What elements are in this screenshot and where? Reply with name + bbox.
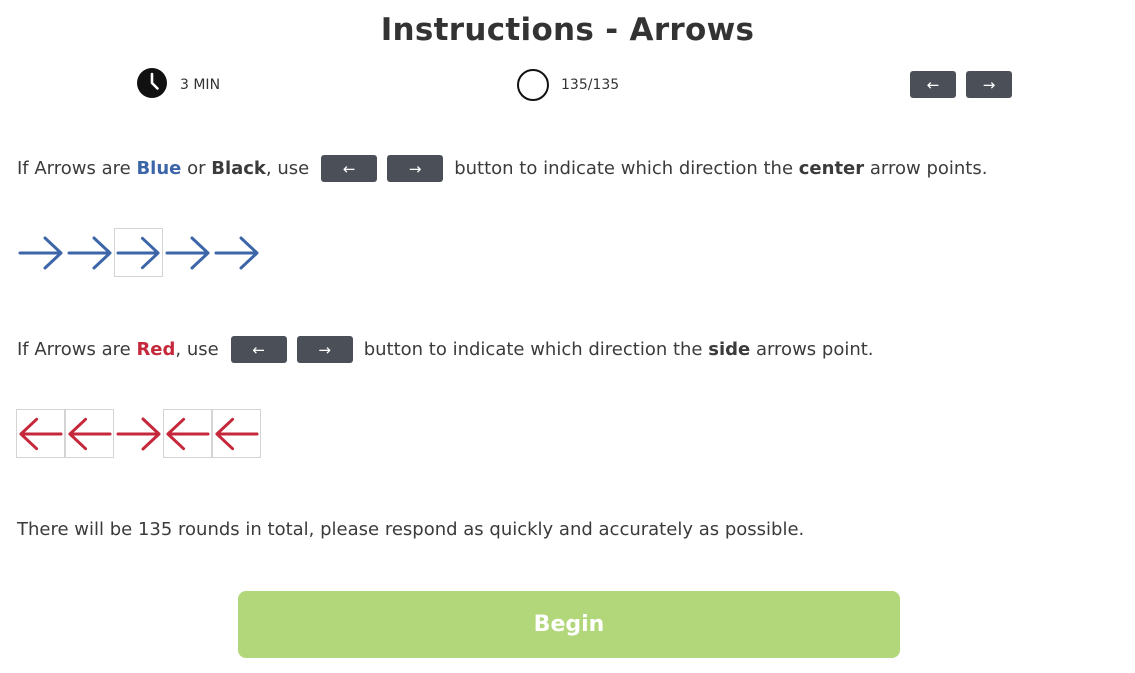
- left-arrow-button[interactable]: ←: [910, 71, 956, 98]
- right-arrow-icon: [65, 228, 114, 277]
- blue-arrow-example: [16, 228, 261, 277]
- circle-icon: [517, 69, 549, 101]
- example-right-button: →: [387, 155, 444, 182]
- example-right-button: →: [296, 336, 353, 363]
- left-arrow-icon: [16, 409, 65, 458]
- rule-blue-instruction: If Arrows are Blue or Black , use ← → bu…: [17, 155, 987, 182]
- side-word: side: [708, 339, 751, 360]
- center-word: center: [798, 158, 865, 179]
- black-word: Black: [211, 158, 266, 179]
- left-arrow-icon: [212, 409, 261, 458]
- example-left-button: ←: [321, 155, 378, 182]
- rule-text: button to indicate which direction the: [454, 158, 799, 179]
- right-arrow-icon: [212, 228, 261, 277]
- progress-label: 135/135: [561, 77, 620, 93]
- rule-text: If Arrows are: [17, 339, 137, 360]
- left-arrow-icon: [65, 409, 114, 458]
- rule-text: button to indicate which direction the: [363, 339, 709, 360]
- rule-text: arrow points.: [864, 158, 988, 179]
- rule-text: If Arrows are: [17, 158, 137, 179]
- blue-word: Blue: [136, 158, 182, 179]
- time-label: 3 MIN: [180, 77, 221, 93]
- rule-text: or: [181, 158, 212, 179]
- rule-text: arrows point.: [750, 339, 874, 360]
- right-arrow-button[interactable]: →: [966, 71, 1012, 98]
- right-arrow-icon: [16, 228, 65, 277]
- rule-text: , use: [175, 339, 219, 360]
- example-left-button: ←: [230, 336, 287, 363]
- progress-counter: 135/135: [517, 68, 619, 102]
- rule-text: , use: [265, 158, 310, 179]
- red-word: Red: [136, 339, 176, 360]
- nav-buttons: ← →: [910, 71, 1012, 98]
- right-arrow-icon: [114, 228, 163, 277]
- red-arrow-example: [16, 409, 261, 458]
- left-arrow-icon: [163, 409, 212, 458]
- rule-red-instruction: If Arrows are Red , use ← → button to in…: [17, 336, 874, 363]
- right-arrow-icon: [114, 409, 163, 458]
- clock-icon: [136, 67, 168, 103]
- page-title: Instructions - Arrows: [380, 12, 755, 48]
- rounds-note: There will be 135 rounds in total, pleas…: [17, 519, 805, 540]
- begin-button[interactable]: Begin: [238, 591, 900, 658]
- timer: 3 MIN: [136, 68, 220, 102]
- right-arrow-icon: [163, 228, 212, 277]
